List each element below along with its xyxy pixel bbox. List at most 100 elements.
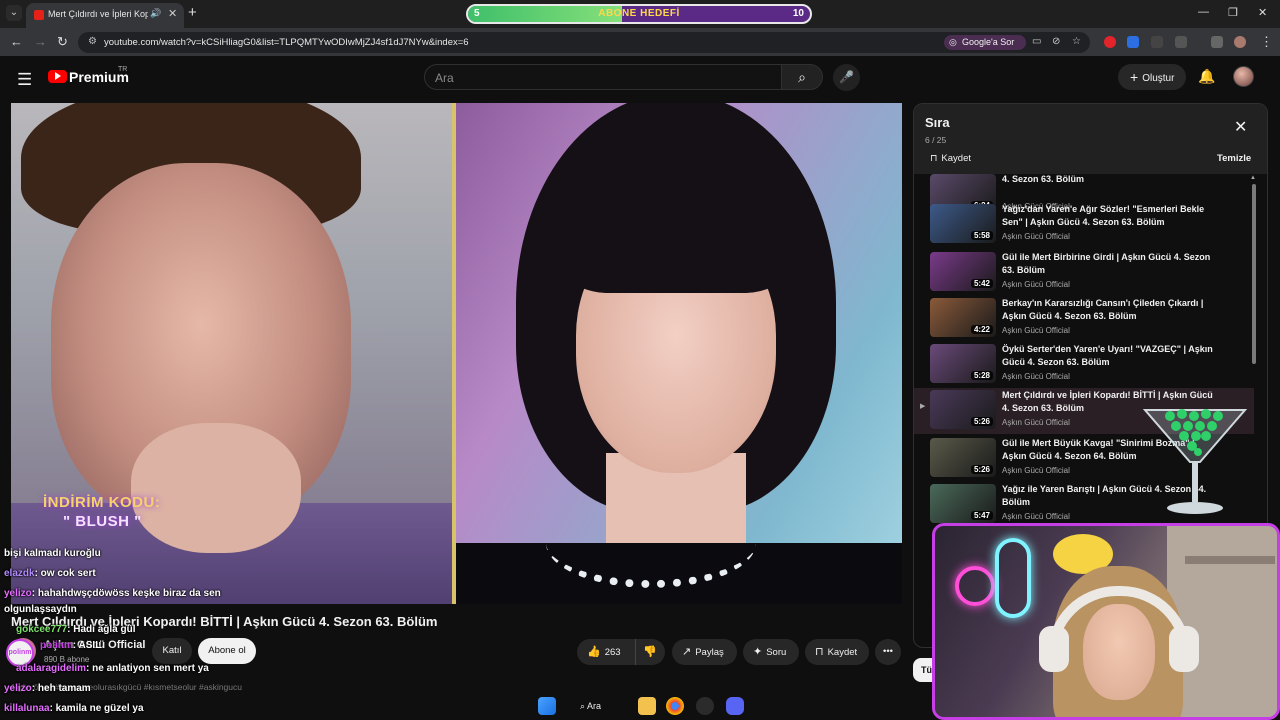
reload-icon[interactable]: ↻ bbox=[57, 34, 68, 50]
playlist-title[interactable]: Sıra bbox=[925, 115, 950, 130]
tab-close-icon[interactable]: ✕ bbox=[168, 7, 177, 20]
playlist-item[interactable]: 5:58 Yağız'dan Yaren'e Ağır Sözler! "Esme… bbox=[914, 202, 1254, 248]
extensions-puzzle-icon[interactable] bbox=[1175, 36, 1187, 48]
browser-tab-active[interactable]: Mert Çıldırdı ve İpleri Kopard 🔊 ✕ bbox=[26, 3, 184, 28]
ask-label: Soru bbox=[766, 647, 787, 658]
google-ask-button[interactable]: ◎ Google'a Sor bbox=[944, 35, 1026, 50]
reading-list-icon[interactable] bbox=[1211, 36, 1223, 48]
playlist-thumbnail[interactable]: 5:47 bbox=[930, 484, 996, 523]
like-count: 263 bbox=[604, 647, 621, 658]
profile-avatar-icon[interactable] bbox=[1234, 36, 1246, 48]
goal-end-value: 10 bbox=[792, 8, 804, 19]
chat-username: polinm bbox=[40, 640, 73, 651]
playlist-thumbnail[interactable]: 5:28 bbox=[930, 344, 996, 383]
windows-taskbar: ⌕ Ara bbox=[500, 692, 760, 720]
playlist-item[interactable]: 5:42 Gül ile Mert Birbirine Girdi | Aşkın… bbox=[914, 250, 1254, 296]
obs-icon[interactable] bbox=[696, 697, 714, 715]
discord-icon[interactable] bbox=[726, 697, 744, 715]
tab-search-dropdown-icon[interactable]: ⌄ bbox=[6, 5, 22, 21]
video-duration: 5:42 bbox=[970, 279, 993, 288]
chat-message: gokcee777: Hadi ağla gül bbox=[16, 624, 136, 635]
playlist-thumbnail[interactable]: 5:26 bbox=[930, 438, 996, 477]
browser-menu-icon[interactable]: ⋮ bbox=[1260, 34, 1273, 50]
more-actions-button[interactable]: ••• bbox=[875, 639, 901, 665]
playlist-thumbnail[interactable]: 5:26 bbox=[930, 390, 996, 429]
thumbs-down-icon[interactable]: 👎 bbox=[643, 639, 657, 665]
windows-start-icon[interactable] bbox=[538, 697, 556, 715]
notifications-bell-icon[interactable]: 🔔 bbox=[1198, 68, 1215, 85]
url-text[interactable]: youtube.com/watch?v=kCSiHliagG0&list=TLP… bbox=[104, 37, 469, 48]
address-bar[interactable]: ⚙ youtube.com/watch?v=kCSiHliagG0&list=T… bbox=[78, 32, 1090, 53]
playlist-item-title[interactable]: Berkay'ın Kararsızlığı Cansın'ı Çileden … bbox=[1002, 297, 1220, 323]
hamburger-menu-icon[interactable]: ☰ bbox=[17, 70, 32, 90]
speaker-icon[interactable]: 🔊 bbox=[150, 8, 161, 19]
search-input[interactable]: Ara bbox=[424, 64, 782, 90]
search-icon: ⌕ bbox=[798, 69, 806, 85]
playlist-item-title[interactable]: Gül ile Mert Birbirine Girdi | Aşkın Güc… bbox=[1002, 251, 1220, 277]
playlist-item-title[interactable]: Yağız'dan Yaren'e Ağır Sözler! "Esmerler… bbox=[1002, 203, 1220, 229]
share-button[interactable]: ↗ Paylaş bbox=[672, 639, 737, 665]
new-tab-icon[interactable]: + bbox=[188, 4, 197, 21]
window-close-icon[interactable]: ✕ bbox=[1258, 6, 1267, 19]
chat-text: : ne anlatiyon sen mert ya bbox=[86, 663, 209, 674]
playlist-item-title[interactable]: Öykü Serter'den Yaren'e Uyarı! "VAZGEÇ" … bbox=[1002, 343, 1220, 369]
google-ask-label: Google'a Sor bbox=[962, 37, 1015, 47]
search-icon: ⌕ bbox=[580, 701, 588, 711]
chat-text: : kamila ne güzel ya bbox=[49, 703, 144, 714]
save-button[interactable]: ⊓ Kaydet bbox=[805, 639, 869, 665]
playlist-thumbnail[interactable]: 5:42 bbox=[930, 252, 996, 291]
cocktail-glass-overlay bbox=[1142, 409, 1248, 514]
extension-red-icon[interactable] bbox=[1104, 36, 1116, 48]
promo-code-heading: İNDİRİM KODU: bbox=[43, 494, 161, 511]
share-icon: ↗ bbox=[682, 646, 692, 658]
file-explorer-icon[interactable] bbox=[638, 697, 656, 715]
necklace bbox=[546, 498, 756, 588]
search-button[interactable]: ⌕ bbox=[781, 64, 823, 90]
playlist-item[interactable]: 4:22 Berkay'ın Kararsızlığı Cansın'ı Çile… bbox=[914, 296, 1254, 342]
browser-toolbar: ← → ↻ ⚙ youtube.com/watch?v=kCSiHliagG0&… bbox=[0, 28, 1280, 56]
bookmark-icon: ⊓ bbox=[930, 153, 938, 164]
ask-button[interactable]: ✦ Soru bbox=[743, 639, 799, 665]
restore-icon[interactable]: ❐ bbox=[1228, 6, 1238, 19]
chrome-icon[interactable] bbox=[666, 697, 684, 715]
close-icon[interactable]: ✕ bbox=[1234, 117, 1247, 137]
back-icon[interactable]: ← bbox=[10, 34, 23, 49]
promo-code-value: " BLUSH " bbox=[63, 513, 142, 530]
playlist-item-channel: Aşkın Gücü Official bbox=[1002, 372, 1070, 381]
playlist-thumbnail[interactable]: 5:58 bbox=[930, 204, 996, 243]
video-frame-right bbox=[456, 103, 902, 604]
playlist-clear-button[interactable]: Temizle bbox=[1217, 153, 1251, 164]
subscribe-button[interactable]: Abone ol bbox=[198, 638, 256, 664]
playlist-position: 6 / 25 bbox=[925, 135, 947, 145]
chat-username: adalaragidelim bbox=[16, 663, 87, 674]
minimize-icon[interactable]: — bbox=[1198, 6, 1209, 18]
chat-text: : heh tamam bbox=[31, 683, 91, 694]
playlist-item-channel: Aşkın Gücü Official bbox=[1002, 512, 1070, 521]
bookmark-star-icon[interactable]: ☆ bbox=[1072, 36, 1081, 47]
playlist-item-title[interactable]: 4. Sezon 63. Bölüm bbox=[1002, 174, 1220, 186]
extension-dark-icon[interactable] bbox=[1151, 36, 1163, 48]
chat-username: gokcee777 bbox=[16, 624, 68, 635]
streamer-webcam bbox=[932, 523, 1280, 720]
playlist-item-channel: Aşkın Gücü Official bbox=[1002, 326, 1070, 335]
playlist-save-button[interactable]: ⊓ Kaydet bbox=[930, 153, 971, 164]
site-info-icon[interactable]: ⚙ bbox=[88, 36, 97, 47]
like-button[interactable]: 👍 263 👎 bbox=[577, 639, 665, 665]
chat-username: yelizo bbox=[4, 588, 32, 599]
playlist-scrollbar[interactable] bbox=[1252, 184, 1256, 364]
join-button[interactable]: Katıl bbox=[152, 638, 192, 664]
voice-search-button[interactable]: 🎤 bbox=[833, 64, 860, 91]
playlist-item[interactable]: 5:28 Öykü Serter'den Yaren'e Uyarı! "VAZG… bbox=[914, 342, 1254, 388]
eye-off-icon[interactable]: ⊘ bbox=[1052, 36, 1060, 47]
account-avatar[interactable] bbox=[1233, 66, 1254, 87]
cast-icon[interactable]: ▭ bbox=[1032, 36, 1041, 47]
extension-blue-icon[interactable] bbox=[1127, 36, 1139, 48]
thumbs-up-icon: 👍 bbox=[587, 646, 601, 658]
taskbar-search[interactable]: ⌕ Ara bbox=[576, 696, 624, 716]
playlist-thumbnail[interactable]: 4:22 bbox=[930, 298, 996, 337]
video-player[interactable]: İNDİRİM KODU: " BLUSH " bbox=[11, 103, 902, 604]
create-button[interactable]: + Oluştur bbox=[1118, 64, 1186, 90]
chat-username: elazdk bbox=[4, 568, 35, 579]
video-duration: 5:47 bbox=[970, 511, 993, 520]
forward-icon[interactable]: → bbox=[34, 34, 47, 49]
